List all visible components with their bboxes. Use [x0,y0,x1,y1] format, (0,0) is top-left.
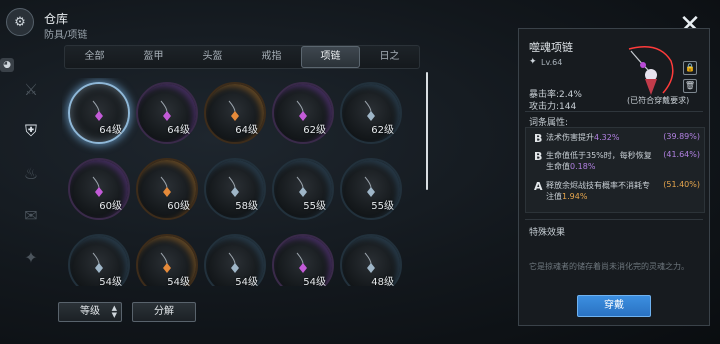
item-slot[interactable]: 55级 [340,158,402,220]
item-level: 55级 [303,201,326,212]
item-level: 62级 [303,125,326,136]
necklace-icon [228,252,239,273]
item-level: Lv.64 [541,58,563,67]
item-level: 54级 [167,277,190,286]
attr-range: (39.89%) [663,132,700,141]
necklace-icon [364,100,375,121]
sort-label: 等级 [80,306,100,317]
item-level: 60级 [99,201,122,212]
item-level: 55级 [371,201,394,212]
attr-text: 法术伤害提升4.32% [546,133,620,142]
item-level: 64级 [167,125,190,136]
item-slot[interactable]: 62级 [340,82,402,144]
necklace-icon [364,176,375,197]
tab-helmet[interactable]: 头盔 [183,46,242,68]
sort-button[interactable]: 等级 ▲ ▼ [58,302,122,322]
necklace-icon [160,252,171,273]
attr-grade: B [534,132,543,145]
lock-icon[interactable]: 🔒 [683,61,697,75]
item-level: 58级 [235,201,258,212]
attr-text: 生命值低于35%时，每秒恢复生命值0.18% [546,151,652,171]
warehouse-icon: ⚙ [6,8,34,36]
item-slot[interactable]: 55级 [272,158,334,220]
tab-necklace[interactable]: 项链 [301,46,360,68]
item-slot[interactable]: 60级 [68,158,130,220]
necklace-icon [296,100,307,121]
attr-range: (51.40%) [663,180,700,189]
page-title: 仓库 [44,12,69,26]
sword-icon[interactable]: ⚔ [18,76,44,102]
item-slot[interactable]: 62级 [272,82,334,144]
tab-armor[interactable]: 盔甲 [124,46,183,68]
item-level: 48级 [371,277,394,286]
item-slot[interactable]: 64级 [136,82,198,144]
tab-all[interactable]: 全部 [65,46,124,68]
item-level: 64级 [235,125,258,136]
dismantle-button[interactable]: 分解 [132,302,196,322]
equip-button[interactable]: 穿戴 [577,295,651,317]
necklace-icon [160,176,171,197]
divider [525,111,703,112]
item-name: 噬魂项链 [529,41,573,54]
attr-text: 释放余烬战技有概率不消耗专注值1.94% [546,181,650,201]
item-detail-panel: 噬魂项链 ✦ Lv.64 暴击率:2.4% 攻击力:144 🔒 🗑 (已符合穿戴… [518,28,710,326]
item-slot[interactable]: 54级 [272,234,334,286]
item-level: 54级 [303,277,326,286]
necklace-icon [92,176,103,197]
item-slot[interactable]: 54级 [68,234,130,286]
necklace-icon [364,252,375,273]
attr-grade: B [534,150,543,163]
left-rail: ◕ ⚔ ⛨ ♨ ✉ ✦ [0,48,52,344]
sort-arrows-icon: ▲ ▼ [111,304,117,319]
item-slot[interactable]: 64级 [68,82,130,144]
necklace-icon [92,100,103,121]
necklace-art-icon [628,46,674,95]
attr-range: (41.64%) [663,150,700,159]
attr-list: B 法术伤害提升4.32% (39.89%) B 生命值低于35%时，每秒恢复生… [525,127,705,213]
scroll-icon[interactable]: ✉ [18,202,44,228]
item-slot[interactable]: 60级 [136,158,198,220]
necklace-icon [296,252,307,273]
wear-requirement: (已符合穿戴要求) [627,96,690,105]
necklace-icon [228,176,239,197]
item-level: 64级 [99,125,122,136]
item-level: 60级 [167,201,190,212]
category-tabs: 全部 盔甲 头盔 戒指 项链 日之 [64,45,420,69]
necklace-icon [92,252,103,273]
side-handle-icon[interactable]: ◕ [0,58,14,72]
flame-icon[interactable]: ♨ [18,160,44,186]
tab-ring[interactable]: 戒指 [242,46,301,68]
item-level: 62级 [371,125,394,136]
item-slot[interactable]: 64级 [204,82,266,144]
necklace-icon [228,100,239,121]
item-level: 54级 [99,277,122,286]
item-slot[interactable]: 54级 [136,234,198,286]
item-grid: 64级 64级 64级 62级 62级 60级 60级 58级 55级 55级 54级 54级 54级 5… [62,78,418,286]
tab-more[interactable]: 日之 [360,46,419,68]
item-level: 54级 [235,277,258,286]
trash-icon[interactable]: 🗑 [683,79,697,93]
grid-scrollbar[interactable] [426,72,428,190]
item-slot[interactable]: 58级 [204,158,266,220]
item-slot[interactable]: 48级 [340,234,402,286]
pet-icon[interactable]: ✦ [18,244,44,270]
breadcrumb: 防具/项链 [44,30,88,41]
special-effect-title: 特殊效果 [529,228,566,238]
necklace-icon [296,176,307,197]
divider [525,219,703,220]
level-icon: ✦ [529,57,537,67]
attr-grade: A [534,180,543,193]
necklace-icon [160,100,171,121]
header: ⚙ 仓库 防具/项链 [0,0,520,44]
item-flavor-text: 它是掠魂者的储存着尚未消化完的灵魂之力。 [529,262,689,271]
item-slot[interactable]: 54级 [204,234,266,286]
armor-icon[interactable]: ⛨ [18,118,44,144]
